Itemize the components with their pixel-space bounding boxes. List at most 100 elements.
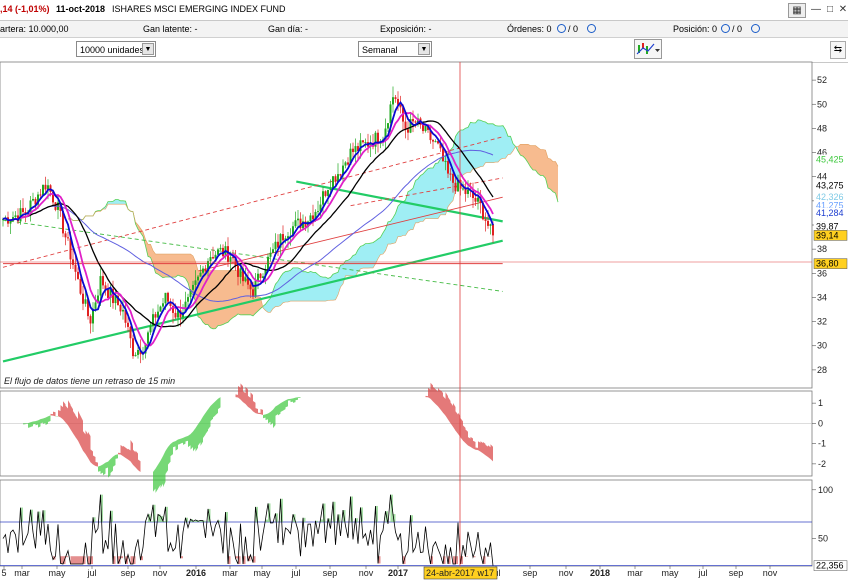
candle-body [99,276,102,296]
cloud-segment [215,270,218,329]
osc-segment [455,411,458,434]
candle-body [84,299,87,304]
candle-body [129,326,132,339]
candle-body [444,161,447,163]
osc-segment [35,420,38,426]
cloud-segment [230,270,233,320]
panel-3-frame [0,479,813,567]
cloud-segment [293,267,296,302]
cloud-segment [180,254,183,277]
candle-body [422,124,424,132]
candle-body [149,325,152,333]
candle-body [387,123,389,129]
rsi-overbought-fill [150,521,153,523]
cloud-segment [425,168,428,219]
candle-body [174,312,177,318]
osc-segment [45,416,48,425]
osc-segment [445,392,448,420]
candle-body [274,241,277,250]
chart-area[interactable]: -2-101 5010022,356 283032343638404244464… [0,0,848,582]
candle-body [119,304,122,312]
osc-segment [90,449,93,465]
y-tick-label: 32 [817,317,827,327]
candle-body [137,349,139,355]
osc-segment [105,461,108,469]
candle-body [362,140,364,143]
crosshair-date-text: 24-abr-2017 w17 [426,568,494,578]
osc-segment [180,437,183,444]
candle-body [399,104,402,108]
candle-body [364,142,367,144]
x-tick-label: jul [86,568,96,578]
osc-segment [480,441,483,454]
cloud-segment [295,267,298,302]
candle-body [244,277,247,282]
osc-tick-label: -2 [818,459,826,469]
x-tick-label: jul [290,568,300,578]
cloud-segment [120,200,123,205]
osc-segment [133,449,136,468]
cloud-segment [285,271,288,303]
candle-body [202,268,204,273]
osc-segment [253,400,256,414]
osc-segment [130,439,133,465]
cloud-segment [428,168,431,219]
price-tag-label: 41,284 [816,208,844,218]
osc-segment [440,389,443,413]
candle-body [14,215,17,218]
rsi-oversold-fill [235,556,238,559]
cloud-segment [365,243,368,269]
x-tick-label: 2016 [186,568,206,578]
osc-segment [260,408,263,415]
candle-body [344,162,347,166]
osc-segment [298,397,301,398]
rsi-oversold-fill [75,556,78,565]
osc-segment [470,436,473,449]
chart-frame [0,61,813,567]
cloud-segment [108,201,111,205]
osc-segment [433,386,436,404]
cloud-segment [325,277,328,302]
candle-body [449,173,452,175]
candle-body [487,220,489,226]
cloud-segment [370,242,373,268]
y-tick-label: 28 [817,365,827,375]
candle-body [217,249,219,255]
osc-segment [170,442,173,457]
cloud-segment [390,217,393,245]
osc-segment [273,406,276,429]
cloud-segment [305,271,308,302]
candle-body [162,303,164,307]
candle-body [267,256,269,270]
osc-segment [63,401,66,423]
cloud-segment [218,270,221,326]
x-tick-label: 5 [1,568,6,578]
osc-segment [248,395,251,409]
osc-segment [255,408,258,414]
rsi-oversold-fill [88,556,91,565]
osc-segment [468,437,471,447]
candle-body [237,265,239,277]
cloud-segment [290,267,293,302]
osc-segment [290,398,293,403]
candle-body [102,276,104,286]
candle-body [219,247,222,250]
cloud-segment [473,122,476,169]
osc-segment [75,415,78,441]
rsi-oversold-fill [60,556,63,564]
x-tick-label: 2017 [388,568,408,578]
osc-segment [163,450,166,488]
cloud-segment [468,122,471,173]
cloud-segment [170,254,173,278]
candle-body [164,292,167,304]
cloud-segment [403,200,406,236]
osc-segment [283,400,286,411]
candle-body [432,140,434,142]
y-tick-label: 36 [817,268,827,278]
candle-body [424,125,427,132]
osc-segment [30,421,33,427]
x-tick-label: nov [359,568,374,578]
osc-segment [278,403,281,416]
cloud-segment [415,178,418,223]
cloud-segment [503,125,506,159]
